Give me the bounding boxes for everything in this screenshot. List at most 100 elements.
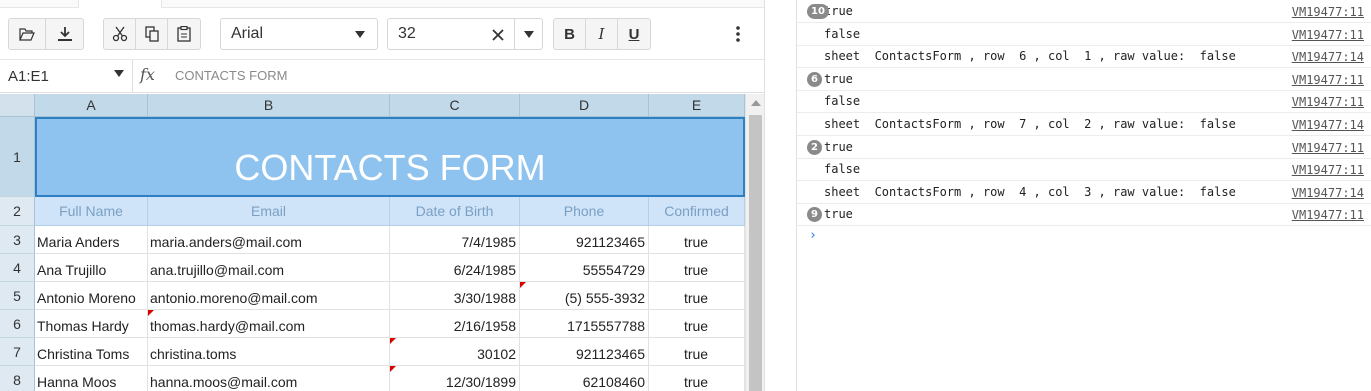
console-source-link[interactable]: VM19477:14: [1292, 50, 1364, 64]
repeat-count-badge: 2: [807, 139, 822, 155]
console-message: sheet ContactsForm , row 6 , col 1 , raw…: [824, 49, 1236, 64]
font-family-dropdown[interactable]: Arial: [220, 18, 378, 50]
validation-error-flag: [390, 366, 396, 372]
formula-input[interactable]: CONTACTS FORM: [175, 68, 287, 83]
data-cell[interactable]: Hanna Moos: [35, 366, 148, 391]
row-header-6[interactable]: 6: [0, 310, 35, 338]
data-cell[interactable]: 7/4/1985: [390, 226, 520, 254]
file-button-group: [8, 18, 84, 50]
data-cell[interactable]: Thomas Hardy: [35, 310, 148, 338]
data-cell[interactable]: 12/30/1899: [390, 366, 520, 391]
open-button[interactable]: [9, 19, 46, 49]
console-log-line: 9 true VM19477:11: [797, 203, 1371, 227]
clear-icon[interactable]: [492, 29, 504, 41]
data-cell[interactable]: 6/24/1985: [390, 254, 520, 282]
data-cell[interactable]: true: [649, 254, 745, 282]
font-size-combobox[interactable]: 32: [387, 18, 543, 50]
data-cell[interactable]: Ana Trujillo: [35, 254, 148, 282]
sheet-title-cell[interactable]: CONTACTS FORM: [35, 117, 745, 197]
row-header-4[interactable]: 4: [0, 254, 35, 282]
copy-button[interactable]: [136, 19, 168, 49]
bold-button[interactable]: B: [554, 19, 586, 49]
folder-open-icon: [19, 28, 35, 41]
data-cell[interactable]: 921123465: [520, 338, 649, 366]
more-options-button[interactable]: [728, 24, 748, 44]
column-header-e[interactable]: E: [649, 94, 745, 117]
console-source-link[interactable]: VM19477:11: [1292, 73, 1364, 87]
header-cell[interactable]: Date of Birth: [390, 197, 520, 226]
sheet-grid[interactable]: A B C D E 1 2 3 4 5 6 7 8 CONTACTS FORM Full Name Email…: [0, 94, 745, 391]
underline-button[interactable]: U: [618, 19, 650, 49]
data-cell[interactable]: Antonio Moreno: [35, 282, 148, 310]
font-size-dropdown-button[interactable]: [514, 19, 542, 49]
header-cell[interactable]: Confirmed: [649, 197, 745, 226]
data-cell[interactable]: christina.toms: [148, 338, 390, 366]
console-source-link[interactable]: VM19477:11: [1292, 208, 1364, 222]
console-log-line: false VM19477:11: [797, 90, 1371, 114]
data-cell[interactable]: true: [649, 282, 745, 310]
data-cell[interactable]: ana.trujillo@mail.com: [148, 254, 390, 282]
row-header-2[interactable]: 2: [0, 197, 35, 226]
console-log-line: 10 true VM19477:11: [797, 0, 1371, 23]
column-header-c[interactable]: C: [390, 94, 520, 117]
data-cell[interactable]: (5) 555-3932: [520, 282, 649, 310]
console-message: false: [824, 162, 861, 177]
console-source-link[interactable]: VM19477:11: [1292, 28, 1364, 42]
data-cell[interactable]: 55554729: [520, 254, 649, 282]
data-cell[interactable]: true: [649, 366, 745, 391]
scroll-up-arrow-icon[interactable]: [751, 100, 761, 106]
data-cell[interactable]: 62108460: [520, 366, 649, 391]
row-header-8[interactable]: 8: [0, 366, 35, 391]
data-cell[interactable]: antonio.moreno@mail.com: [148, 282, 390, 310]
console-source-link[interactable]: VM19477:11: [1292, 141, 1364, 155]
console-source-link[interactable]: VM19477:14: [1292, 118, 1364, 132]
data-cell[interactable]: 3/30/1988: [390, 282, 520, 310]
column-header-a[interactable]: A: [35, 94, 148, 117]
chevron-down-icon: [524, 31, 534, 38]
data-cell[interactable]: 2/16/1958: [390, 310, 520, 338]
name-box[interactable]: A1:E1: [0, 60, 133, 92]
console-prompt-icon[interactable]: ›: [809, 228, 817, 243]
data-cell[interactable]: thomas.hardy@mail.com: [148, 310, 390, 338]
italic-button[interactable]: I: [586, 19, 618, 49]
console-message: true: [824, 207, 853, 222]
data-cell[interactable]: Christina Toms: [35, 338, 148, 366]
data-cell[interactable]: 1715557788: [520, 310, 649, 338]
header-cell[interactable]: Email: [148, 197, 390, 226]
row-header-5[interactable]: 5: [0, 282, 35, 310]
active-tab[interactable]: [78, 0, 162, 8]
paste-button[interactable]: [168, 19, 200, 49]
scroll-thumb[interactable]: [749, 115, 762, 391]
console-source-link[interactable]: VM19477:11: [1292, 163, 1364, 177]
data-cell[interactable]: true: [649, 310, 745, 338]
header-cell[interactable]: Full Name: [35, 197, 148, 226]
chevron-down-icon[interactable]: [114, 70, 124, 77]
data-cell[interactable]: hanna.moos@mail.com: [148, 366, 390, 391]
header-cell[interactable]: Phone: [520, 197, 649, 226]
console-source-link[interactable]: VM19477:11: [1292, 95, 1364, 109]
console-log-line: 6 true VM19477:11: [797, 68, 1371, 91]
text-style-button-group: B I U: [553, 18, 651, 50]
vertical-scrollbar[interactable]: [745, 94, 764, 391]
column-header-d[interactable]: D: [520, 94, 649, 117]
console-source-link[interactable]: VM19477:11: [1292, 5, 1364, 19]
select-all-corner[interactable]: [0, 94, 35, 117]
data-cell[interactable]: true: [649, 338, 745, 366]
console-log-line: false VM19477:11: [797, 23, 1371, 46]
cut-button[interactable]: [104, 19, 136, 49]
data-cell[interactable]: maria.anders@mail.com: [148, 226, 390, 254]
validation-error-flag: [148, 310, 154, 316]
console-source-link[interactable]: VM19477:14: [1292, 186, 1364, 200]
column-header-b[interactable]: B: [148, 94, 390, 117]
row-header-3[interactable]: 3: [0, 226, 35, 254]
toolbar: Arial 32 B I U: [0, 8, 764, 60]
data-cell[interactable]: Maria Anders: [35, 226, 148, 254]
row-header-1[interactable]: 1: [0, 117, 35, 197]
data-cell[interactable]: 921123465: [520, 226, 649, 254]
data-cell[interactable]: 30102: [390, 338, 520, 366]
save-button[interactable]: [46, 19, 83, 49]
repeat-count-badge: 10: [807, 4, 829, 19]
data-cell[interactable]: true: [649, 226, 745, 254]
console-message: true: [824, 71, 853, 86]
row-header-7[interactable]: 7: [0, 338, 35, 366]
